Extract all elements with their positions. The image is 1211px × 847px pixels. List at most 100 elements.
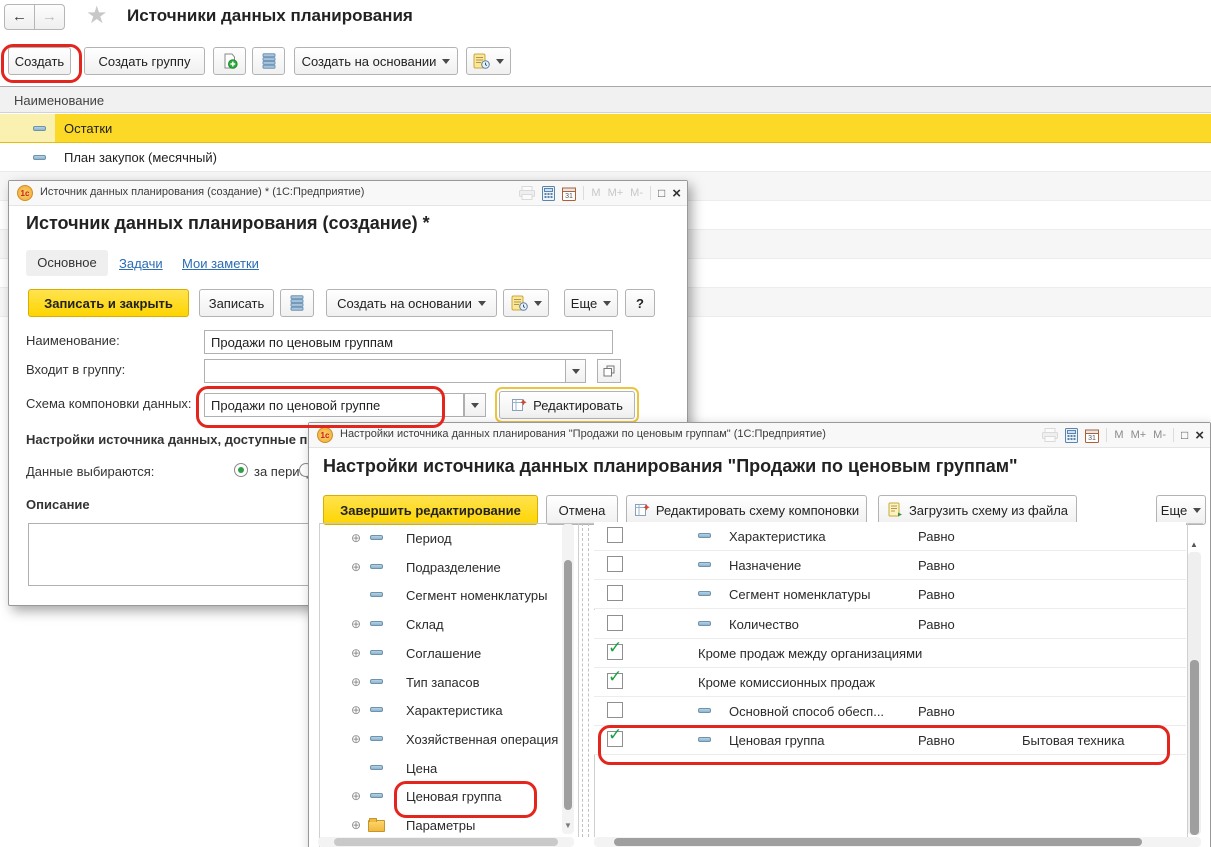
print-icon[interactable]	[1042, 428, 1058, 442]
condition-row[interactable]: ✓ Назначение Равно	[594, 551, 1186, 580]
tab-tasks[interactable]: Задачи	[119, 256, 163, 271]
list-view-icon-button[interactable]	[252, 47, 285, 75]
tree-item[interactable]: ⊕ Соглашение	[318, 639, 556, 668]
scroll-down-icon[interactable]: ▼	[564, 822, 572, 830]
expand-icon[interactable]: ⊕	[351, 704, 361, 716]
condition-checkbox[interactable]: ✓	[607, 644, 623, 660]
group-field[interactable]	[204, 359, 566, 383]
tree-item[interactable]: ⊕ Период	[318, 524, 556, 553]
tree-horizontal-scrollbar-thumb[interactable]	[334, 838, 558, 846]
favorite-star-icon[interactable]: ★	[86, 1, 108, 30]
condition-row[interactable]: ✓ Кроме комиссионных продаж	[594, 668, 1186, 697]
print-icon[interactable]	[519, 186, 535, 200]
name-field[interactable]	[204, 330, 613, 354]
cancel-button[interactable]: Отмена	[546, 495, 618, 525]
close-icon[interactable]: ×	[672, 186, 681, 201]
condition-row[interactable]: ✓ Кроме продаж между организациями	[594, 639, 1186, 668]
group-dropdown-button[interactable]	[565, 359, 586, 383]
memory-mplus-button[interactable]: M+	[1131, 429, 1147, 441]
memory-m-button[interactable]: M	[1114, 429, 1123, 441]
more-button[interactable]: Еще	[564, 289, 618, 317]
condition-row[interactable]: ✓ Сегмент номенклатуры Равно	[594, 580, 1186, 609]
reports-dropdown-button[interactable]	[466, 47, 511, 75]
create-window-titlebar[interactable]: 1c Источник данных планирования (создани…	[9, 181, 687, 206]
table-header[interactable]: Наименование	[0, 86, 1211, 113]
panel-splitter[interactable]	[588, 523, 589, 837]
tree-item[interactable]: ⊕ Цена	[318, 754, 556, 783]
tree-item[interactable]: ⊕ Тип запасов	[318, 668, 556, 697]
maximize-icon[interactable]: □	[658, 187, 665, 199]
table-row[interactable]: План закупок (месячный)	[0, 143, 1211, 172]
nav-forward-button[interactable]: →	[34, 4, 65, 30]
condition-row[interactable]: ✓ Ценовая группа Равно Бытовая техника	[594, 726, 1186, 755]
condition-checkbox[interactable]: ✓	[607, 702, 623, 718]
tree-item[interactable]: ⊕ Параметры	[318, 811, 556, 840]
table-row[interactable]: Остатки	[0, 114, 1211, 143]
expand-icon[interactable]: ⊕	[351, 561, 361, 573]
condition-checkbox[interactable]: ✓	[607, 615, 623, 631]
tree-item[interactable]: ⊕ Сегмент номенклатуры	[318, 581, 556, 610]
expand-icon[interactable]: ⊕	[351, 733, 361, 745]
finish-editing-button[interactable]: Завершить редактирование	[323, 495, 538, 525]
schema-dropdown-button[interactable]	[464, 393, 486, 417]
condition-checkbox[interactable]: ✓	[607, 556, 623, 572]
maximize-icon[interactable]: □	[1181, 429, 1188, 441]
memory-mplus-button[interactable]: M+	[608, 187, 624, 199]
create-based-on-button[interactable]: Создать на основании	[294, 47, 458, 75]
more-label: Еще	[1161, 503, 1187, 518]
expand-icon[interactable]: ⊕	[351, 819, 361, 831]
tree-vertical-scrollbar-thumb[interactable]	[564, 560, 572, 810]
conditions-vertical-scrollbar-thumb[interactable]	[1190, 660, 1199, 835]
condition-row[interactable]: ✓ Характеристика Равно	[594, 522, 1186, 551]
expand-icon[interactable]: ⊕	[351, 618, 361, 630]
expand-icon[interactable]: ⊕	[351, 647, 361, 659]
expand-icon[interactable]: ⊕	[351, 532, 361, 544]
calculator-icon[interactable]	[542, 186, 555, 201]
expand-icon[interactable]: ⊕	[351, 676, 361, 688]
condition-row[interactable]: ✓ Основной способ обесп... Равно	[594, 697, 1186, 726]
reports-dropdown-button[interactable]	[503, 289, 549, 317]
tab-main[interactable]: Основное	[26, 250, 108, 276]
memory-m-button[interactable]: M	[591, 187, 600, 199]
conditions-horizontal-scrollbar-thumb[interactable]	[614, 838, 1142, 846]
tab-my-notes[interactable]: Мои заметки	[182, 256, 259, 271]
settings-window-titlebar[interactable]: 1c Настройки источника данных планирован…	[309, 423, 1210, 448]
expand-icon[interactable]: ⊕	[351, 790, 361, 802]
condition-name: Ценовая группа	[729, 733, 825, 748]
radio-for-period[interactable]	[234, 463, 248, 477]
new-item-icon-button[interactable]	[213, 47, 246, 75]
edit-composition-schema-button[interactable]: Редактировать схему компоновки	[626, 495, 867, 525]
condition-checkbox[interactable]: ✓	[607, 673, 623, 689]
close-icon[interactable]: ×	[1195, 428, 1204, 443]
tree-item[interactable]: ⊕ Характеристика	[318, 696, 556, 725]
memory-mminus-button[interactable]: M-	[630, 187, 643, 199]
edit-schema-button[interactable]: Редактировать	[499, 391, 635, 419]
create-based-on-button[interactable]: Создать на основании	[326, 289, 497, 317]
calculator-icon[interactable]	[1065, 428, 1078, 443]
create-group-button[interactable]: Создать группу	[84, 47, 205, 75]
condition-checkbox[interactable]: ✓	[607, 731, 623, 747]
calendar-icon[interactable]: 31	[1085, 428, 1099, 443]
tree-item[interactable]: ⊕ Ценовая группа	[318, 782, 556, 811]
help-button[interactable]: ?	[625, 289, 655, 317]
save-and-close-button[interactable]: Записать и закрыть	[28, 289, 189, 317]
calendar-icon[interactable]: 31	[562, 186, 576, 201]
load-schema-button[interactable]: Загрузить схему из файла	[878, 495, 1077, 525]
group-open-button[interactable]	[597, 359, 621, 383]
save-button[interactable]: Записать	[199, 289, 274, 317]
panel-splitter[interactable]	[582, 523, 583, 837]
condition-checkbox[interactable]: ✓	[607, 527, 623, 543]
memory-mminus-button[interactable]: M-	[1153, 429, 1166, 441]
create-button[interactable]: Создать	[8, 47, 71, 75]
svg-text:31: 31	[565, 193, 573, 200]
list-view-icon-button[interactable]	[280, 289, 314, 317]
scroll-up-icon[interactable]: ▲	[1190, 541, 1198, 549]
more-button[interactable]: Еще	[1156, 495, 1206, 525]
tree-item[interactable]: ⊕ Склад	[318, 610, 556, 639]
nav-back-button[interactable]: ←	[4, 4, 35, 30]
condition-checkbox[interactable]: ✓	[607, 585, 623, 601]
tree-item[interactable]: ⊕ Хозяйственная операция	[318, 725, 556, 754]
condition-row[interactable]: ✓ Количество Равно	[594, 610, 1186, 639]
data-composition-schema-field[interactable]	[204, 393, 464, 417]
tree-item[interactable]: ⊕ Подразделение	[318, 553, 556, 582]
